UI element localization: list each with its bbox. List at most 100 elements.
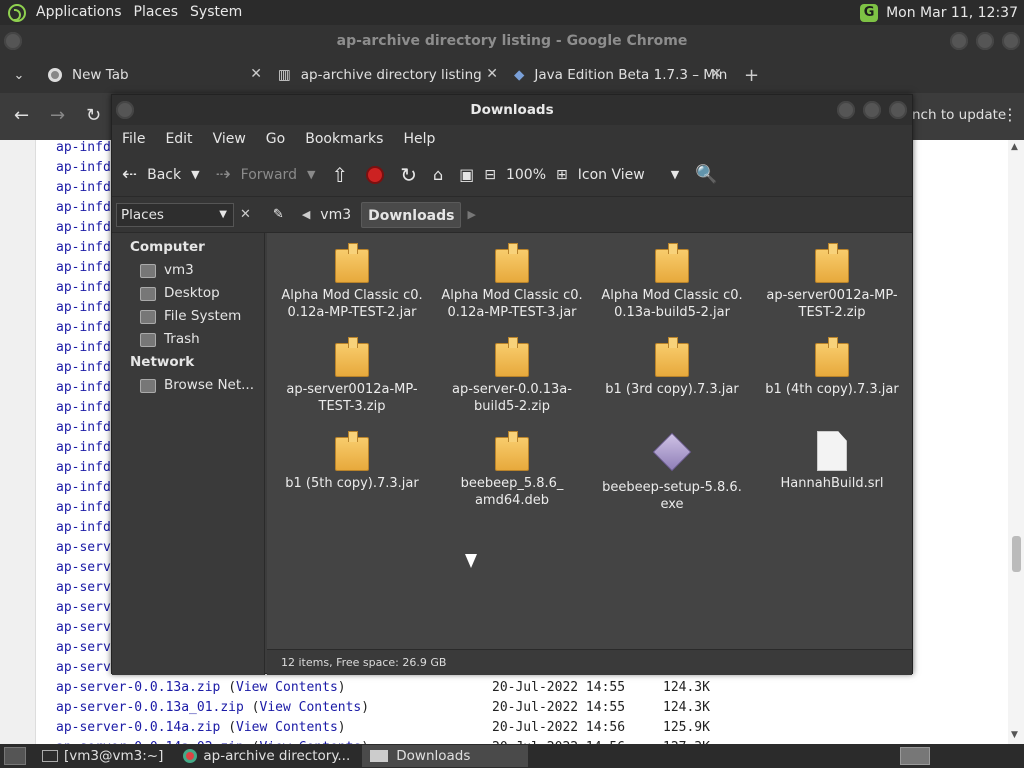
tab-new-tab[interactable]: New Tab ✕ <box>38 57 268 93</box>
fm-minimize-icon[interactable] <box>837 101 855 119</box>
listing-file-link[interactable]: ap-infd <box>56 400 111 415</box>
more-menu-icon[interactable]: ⋮ <box>1002 105 1018 124</box>
listing-file-link[interactable]: ap-serv <box>56 660 111 675</box>
maximize-icon[interactable] <box>976 32 994 50</box>
file-item[interactable]: ap-server0012a-MP- TEST-2.zip <box>757 243 907 321</box>
view-mode-select[interactable]: Icon View <box>578 167 645 183</box>
fm-window-menu-icon[interactable] <box>116 101 134 119</box>
listing-file-link[interactable]: ap-server-0.0.14a.zip <box>56 720 220 735</box>
scroll-down-icon[interactable]: ▼ <box>1011 730 1018 740</box>
breadcrumb-vm3[interactable]: vm3 <box>314 202 357 228</box>
computer-icon[interactable]: ▣ <box>459 165 474 184</box>
update-notifier-icon[interactable]: G <box>860 3 879 22</box>
view-mode-dropdown-icon[interactable]: ▼ <box>671 168 679 181</box>
view-contents-link[interactable]: View Contents <box>236 720 338 735</box>
distro-logo-icon[interactable] <box>8 3 26 22</box>
listing-file-link[interactable]: ap-infd <box>56 340 111 355</box>
listing-file-link[interactable]: ap-infd <box>56 140 111 155</box>
forward-arrow-icon[interactable]: → <box>50 105 65 126</box>
show-desktop-icon[interactable] <box>4 747 26 765</box>
fm-close-icon[interactable] <box>889 101 907 119</box>
task-terminal[interactable]: [vm3@vm3:~] <box>34 745 171 767</box>
listing-row[interactable]: ap-server-0.0.14a.zip (View Contents) 20-… <box>56 718 756 738</box>
search-icon[interactable]: 🔍 <box>695 164 717 185</box>
listing-file-link[interactable]: ap-infd <box>56 460 111 475</box>
fm-maximize-icon[interactable] <box>863 101 881 119</box>
workspace-switcher-icon[interactable] <box>900 747 930 765</box>
listing-file-link[interactable]: ap-infd <box>56 280 111 295</box>
listing-file-link[interactable]: ap-infd <box>56 260 111 275</box>
system-menu[interactable]: System <box>184 0 248 25</box>
file-item[interactable]: b1 (3rd copy).7.3.jar <box>597 337 747 398</box>
file-item[interactable]: ap-server0012a-MP- TEST-3.zip <box>277 337 427 415</box>
listing-file-link[interactable]: ap-infd <box>56 200 111 215</box>
minimize-icon[interactable] <box>950 32 968 50</box>
file-item[interactable]: Alpha Mod Classic c0. 0.12a-MP-TEST-2.ja… <box>277 243 427 321</box>
new-tab-icon[interactable]: + <box>744 65 759 86</box>
file-item[interactable]: b1 (4th copy).7.3.jar <box>757 337 907 398</box>
file-item[interactable]: HannahBuild.srl <box>757 431 907 492</box>
tab-java-edition[interactable]: ◆ Java Edition Beta 1.7.3 – Mine ✕ <box>504 57 728 93</box>
back-arrow-icon[interactable]: ← <box>14 105 29 126</box>
listing-file-link[interactable]: ap-serv <box>56 540 111 555</box>
breadcrumb-downloads[interactable]: Downloads <box>361 201 462 228</box>
listing-file-link[interactable]: ap-infd <box>56 240 111 255</box>
listing-file-link[interactable]: ap-serv <box>56 560 111 575</box>
listing-file-link[interactable]: ap-infd <box>56 300 111 315</box>
edit-location-icon[interactable]: ✎ <box>273 207 284 222</box>
listing-file-link[interactable]: ap-infd <box>56 320 111 335</box>
reload-icon[interactable]: ↻ <box>400 163 417 187</box>
listing-file-link[interactable]: ap-serv <box>56 580 111 595</box>
listing-file-link[interactable]: ap-infd <box>56 520 111 535</box>
menu-file[interactable]: File <box>112 131 155 147</box>
page-scrollbar[interactable]: ▲ ▼ <box>1008 140 1024 744</box>
menu-bookmarks[interactable]: Bookmarks <box>295 131 393 147</box>
listing-file-link[interactable]: ap-infd <box>56 360 111 375</box>
reload-icon[interactable]: ↻ <box>86 105 101 126</box>
listing-file-link[interactable]: ap-infd <box>56 380 111 395</box>
zoom-out-icon[interactable]: ⊟ <box>484 167 496 183</box>
file-item[interactable]: ap-server-0.0.13a- build5-2.zip <box>437 337 587 415</box>
listing-file-link[interactable]: ap-serv <box>56 600 111 615</box>
back-button[interactable]: ⇠ Back ▼ <box>122 164 200 185</box>
listing-file-link[interactable]: ap-infd <box>56 480 111 495</box>
view-contents-link[interactable]: View Contents <box>260 700 362 715</box>
update-button[interactable]: nch to update <box>912 107 1006 123</box>
forward-dropdown-icon[interactable]: ▼ <box>307 168 315 181</box>
applications-menu[interactable]: Applications <box>30 0 128 25</box>
file-item[interactable]: Alpha Mod Classic c0. 0.13a-build5-2.jar <box>597 243 747 321</box>
up-icon[interactable]: ⇧ <box>331 163 348 187</box>
home-icon[interactable]: ⌂ <box>433 165 443 184</box>
file-item[interactable]: b1 (5th copy).7.3.jar <box>277 431 427 492</box>
crumb-left-icon[interactable]: ◀ <box>302 208 310 221</box>
zoom-in-icon[interactable]: ⊞ <box>556 167 568 183</box>
crumb-right-icon[interactable]: ▶ <box>467 208 475 221</box>
tab-close-icon[interactable]: ✕ <box>250 66 262 82</box>
listing-file-link[interactable]: ap-infd <box>56 220 111 235</box>
sidebar-item-desktop[interactable]: Desktop <box>112 282 264 305</box>
sidebar-item-file-system[interactable]: File System <box>112 305 264 328</box>
tab-ap-archive[interactable]: ▥ ap-archive directory listing ✕ <box>268 57 504 93</box>
menu-view[interactable]: View <box>203 131 256 147</box>
file-item[interactable]: beebeep-setup-5.8.6. exe <box>597 431 747 513</box>
menu-edit[interactable]: Edit <box>155 131 202 147</box>
listing-file-link[interactable]: ap-infd <box>56 420 111 435</box>
listing-file-link[interactable]: ap-server-0.0.13a.zip <box>56 680 220 695</box>
file-item[interactable]: beebeep_5.8.6_ amd64.deb <box>437 431 587 509</box>
sidebar-item-browse-network[interactable]: Browse Net... <box>112 374 264 397</box>
listing-file-link[interactable]: ap-serv <box>56 620 111 635</box>
listing-file-link[interactable]: ap-serv <box>56 640 111 655</box>
listing-file-link[interactable]: ap-infd <box>56 500 111 515</box>
tab-search-icon[interactable]: ⌄ <box>0 68 38 83</box>
file-icon-view[interactable]: Alpha Mod Classic c0. 0.12a-MP-TEST-2.ja… <box>267 233 912 649</box>
task-chrome[interactable]: ap-archive directory... <box>175 745 358 767</box>
stop-icon[interactable] <box>366 165 385 184</box>
close-window-icon[interactable] <box>1002 32 1020 50</box>
fm-titlebar[interactable]: Downloads <box>112 95 912 125</box>
close-sidebar-icon[interactable]: ✕ <box>240 207 251 222</box>
places-menu[interactable]: Places <box>128 0 185 25</box>
listing-row[interactable]: ap-server-0.0.13a.zip (View Contents) 20-… <box>56 678 756 698</box>
scroll-up-icon[interactable]: ▲ <box>1011 142 1018 152</box>
sidebar-places-select[interactable]: Places ▼ <box>116 202 234 227</box>
listing-file-link[interactable]: ap-infd <box>56 180 111 195</box>
